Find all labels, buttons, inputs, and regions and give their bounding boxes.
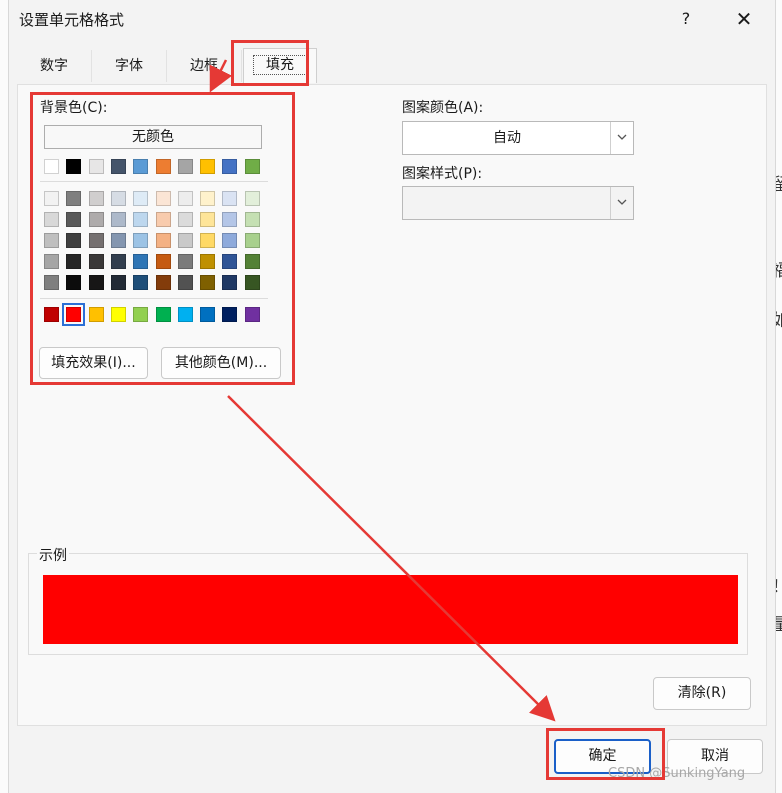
- annotation-arrow: [209, 59, 233, 93]
- annotation-arrows: [209, 59, 556, 722]
- annotation-arrow: [227, 395, 556, 722]
